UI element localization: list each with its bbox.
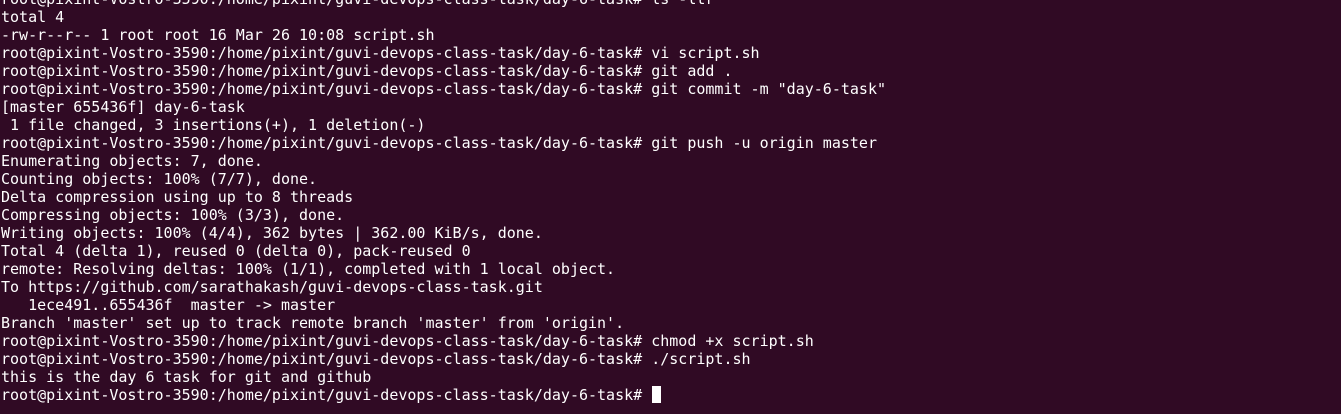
terminal-line: To https://github.com/sarathakash/guvi-d…	[1, 278, 543, 296]
terminal-prompt-line[interactable]: root@pixint-Vostro-3590:/home/pixint/guv…	[1, 386, 886, 404]
terminal-line: Counting objects: 100% (7/7), done.	[1, 170, 318, 188]
terminal-line: [master 655436f] day-6-task	[1, 98, 245, 116]
terminal-line: root@pixint-Vostro-3590:/home/pixint/guv…	[1, 62, 733, 80]
terminal-line: Compressing objects: 100% (3/3), done.	[1, 206, 345, 224]
terminal-line: 1ece491..655436f master -> master	[1, 296, 336, 314]
terminal-line: Enumerating objects: 7, done.	[1, 152, 263, 170]
terminal-line: 1 file changed, 3 insertions(+), 1 delet…	[1, 116, 426, 134]
terminal-line: root@pixint-Vostro-3590:/home/pixint/guv…	[1, 350, 751, 368]
terminal-window[interactable]: root@pixint-Vostro-3590:/home/pixint/guv…	[0, 0, 1341, 414]
terminal-line: root@pixint-Vostro-3590:/home/pixint/guv…	[1, 332, 814, 350]
terminal-line: -rw-r--r-- 1 root root 16 Mar 26 10:08 s…	[1, 26, 435, 44]
terminal-line: root@pixint-Vostro-3590:/home/pixint/guv…	[1, 0, 886, 8]
terminal-line: root@pixint-Vostro-3590:/home/pixint/guv…	[1, 44, 760, 62]
terminal-line: Total 4 (delta 1), reused 0 (delta 0), p…	[1, 242, 471, 260]
shell-prompt: root@pixint-Vostro-3590:/home/pixint/guv…	[1, 386, 652, 404]
terminal-line: Delta compression using up to 8 threads	[1, 188, 354, 206]
terminal-output: root@pixint-Vostro-3590:/home/pixint/guv…	[1, 0, 886, 404]
terminal-line: root@pixint-Vostro-3590:/home/pixint/guv…	[1, 80, 887, 98]
text-cursor	[652, 386, 662, 403]
terminal-line: this is the day 6 task for git and githu…	[1, 368, 372, 386]
terminal-line: root@pixint-Vostro-3590:/home/pixint/guv…	[1, 134, 877, 152]
terminal-line: Branch 'master' set up to track remote b…	[1, 314, 625, 332]
terminal-line: total 4	[1, 8, 65, 26]
terminal-line: remote: Resolving deltas: 100% (1/1), co…	[1, 260, 616, 278]
terminal-line: Writing objects: 100% (4/4), 362 bytes |…	[1, 224, 543, 242]
